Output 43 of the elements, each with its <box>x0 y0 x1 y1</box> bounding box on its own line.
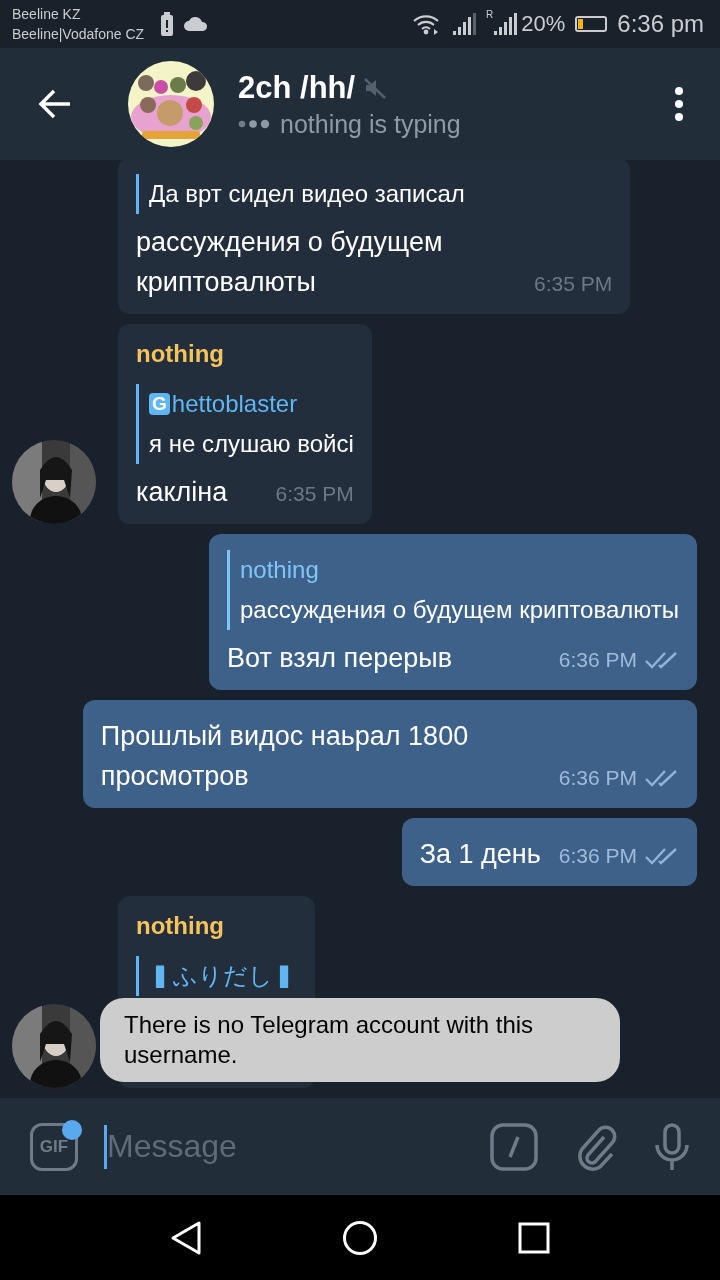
message-text: За 1 день <box>419 838 541 871</box>
message-field[interactable]: Message <box>107 1128 454 1165</box>
sender-name: nothing <box>136 340 225 368</box>
back-icon[interactable] <box>169 1219 204 1256</box>
typing-status: nothing is typing <box>280 109 461 139</box>
typing-dots-icon <box>238 119 272 129</box>
message-text: рассуждения о будущем криптовалюты <box>136 226 444 299</box>
chat-title: 2ch /hh/ <box>238 69 356 106</box>
quote-text: я не слушаю войсі <box>149 429 354 459</box>
quote-author: ▍ふりだし▍ <box>149 961 297 991</box>
recent-apps-icon[interactable] <box>516 1220 551 1255</box>
quote-text: Да врт сидел видео записал <box>149 179 466 209</box>
message-text: Прошлый видос наьрал 1800 просмотров <box>100 720 470 793</box>
message-time: 6:36 PM <box>558 766 637 790</box>
status-time: 6:36 pm <box>617 10 704 38</box>
home-icon[interactable] <box>342 1219 378 1256</box>
quote-author: nothing <box>240 555 320 585</box>
letter-badge: G <box>149 393 170 415</box>
message-text: Вот взял перерыв <box>227 642 453 675</box>
reply-quote[interactable]: Да врт сидел видео записал <box>136 174 613 214</box>
battery-percent: 20% <box>521 11 566 37</box>
battery-alert-icon <box>160 11 175 37</box>
roaming-indicator: R <box>486 9 494 20</box>
message-time: 6:36 PM <box>558 844 637 868</box>
signal-icon <box>452 13 476 35</box>
cloud-icon <box>184 17 209 31</box>
sender-name: nothing <box>136 912 225 940</box>
message-time: 6:35 PM <box>534 272 613 296</box>
battery-icon <box>575 16 608 32</box>
reply-quote[interactable]: nothing рассуждения о будущем криптовалюты <box>227 550 679 630</box>
carrier-name: Beeline|Vodafone CZ <box>12 25 145 44</box>
message-time: 6:36 PM <box>558 648 637 672</box>
error-toast: There is no Telegram account with this username. <box>100 998 620 1082</box>
message-text: какліна <box>136 476 228 509</box>
message-time: 6:35 PM <box>275 482 354 506</box>
signal-icon <box>493 13 518 35</box>
quote-author: hettoblaster <box>171 389 298 419</box>
more-icon[interactable] <box>674 87 684 121</box>
quote-text: рассуждения о будущем криптовалюты <box>240 595 679 625</box>
microphone-icon[interactable] <box>654 1122 690 1171</box>
commands-icon[interactable] <box>490 1122 538 1171</box>
back-icon[interactable] <box>38 89 72 119</box>
carrier-name: Beeline KZ <box>12 5 82 24</box>
